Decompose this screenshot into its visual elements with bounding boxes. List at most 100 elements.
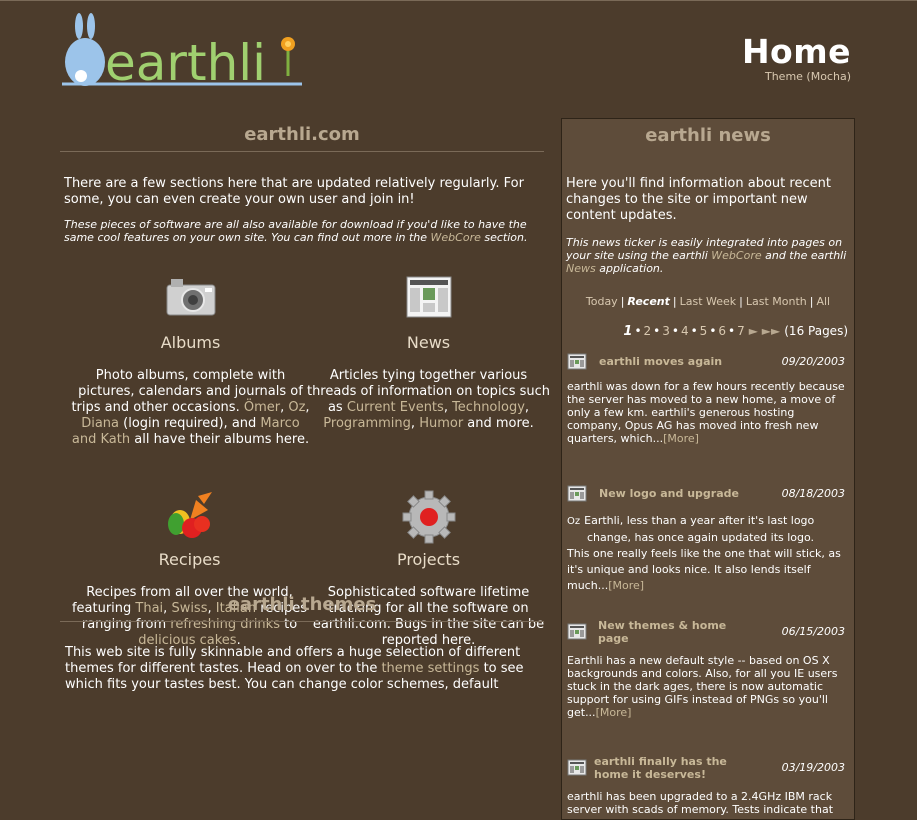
gear-icon[interactable] (399, 490, 459, 544)
recipes-title[interactable]: Recipes (67, 550, 312, 569)
page-link[interactable]: 7 (737, 324, 745, 338)
themes-title: earthli themes (60, 588, 544, 622)
section-title: earthli.com (60, 118, 544, 152)
author-avatar: Oz (567, 516, 581, 527)
newspaper-icon (567, 623, 587, 640)
news-link-technology[interactable]: Technology (452, 400, 525, 415)
webcore-link[interactable]: WebCore (431, 231, 481, 244)
separator: • (709, 324, 717, 338)
news-link-humor[interactable]: Humor (419, 416, 463, 431)
news-text: and more. (463, 416, 534, 431)
news-title[interactable]: News (306, 333, 551, 352)
separator: , (443, 400, 453, 415)
page-link[interactable]: 5 (700, 324, 708, 338)
page-current: 1 (623, 324, 633, 339)
news-description: Articles tying together various threads … (306, 368, 551, 432)
note-text: and the earthli (761, 249, 847, 262)
news-panel-title: earthli news (645, 125, 771, 146)
separator: | (809, 295, 814, 308)
news-item: earthli finally has the home it deserves… (567, 755, 849, 816)
recipes-feature: Recipes Recipes from all over the world,… (67, 490, 312, 649)
news-item-title[interactable]: earthli finally has the home it deserves… (594, 755, 744, 781)
news-item-title[interactable]: New logo and upgrade (599, 487, 749, 500)
software-note: These pieces of software are all also av… (64, 218, 540, 244)
news-item-body: Earthli has a new default style -- based… (567, 654, 849, 719)
news-item: New logo and upgrade 08/18/2003 Oz Earthl… (567, 485, 849, 594)
theme-settings-link[interactable]: theme settings (381, 661, 479, 676)
newspaper-icon (567, 759, 587, 776)
newspaper-icon[interactable] (399, 273, 459, 327)
page-link[interactable]: 4 (681, 324, 689, 338)
albums-text: all have their albums here. (130, 432, 310, 447)
news-app-link[interactable]: News (566, 262, 596, 275)
bunny-icon (65, 13, 105, 86)
news-item: earthli moves again 09/20/2003 earthli w… (567, 353, 849, 445)
news-item-date: 09/20/2003 (781, 355, 845, 368)
news-item-title[interactable]: earthli moves again (599, 355, 749, 368)
news-note: This news ticker is easily integrated in… (566, 236, 850, 275)
separator: • (690, 324, 698, 338)
news-link-programming[interactable]: Programming (323, 416, 411, 431)
separator: , (410, 416, 420, 431)
pagination: 1 • 2 • 3 • 4 • 5 • 6 • 7 ► ►► (16 Pages) (562, 324, 848, 339)
news-item-text: Earthli, less than a year after it's las… (584, 514, 815, 544)
news-item-text: earthli was down for a few hours recentl… (567, 380, 845, 445)
filter-last-month[interactable]: Last Month (746, 295, 807, 308)
earthli-logo[interactable]: earthli (62, 10, 307, 92)
filter-recent[interactable]: Recent (627, 295, 669, 308)
projects-feature: Projects Sophisticated software lifetime… (306, 490, 551, 649)
news-item-lead: Oz Earthli, less than a year after it's l… (567, 513, 849, 546)
more-link[interactable]: [More] (663, 432, 699, 445)
newspaper-icon (567, 485, 587, 502)
albums-title[interactable]: Albums (68, 333, 313, 352)
page-link[interactable]: 2 (644, 324, 652, 338)
news-item-title[interactable]: New themes & home page (598, 619, 738, 645)
note-text: application. (595, 262, 664, 275)
themes-description: This web site is fully skinnable and off… (65, 645, 545, 693)
time-filter: Today | Recent | Last Week | Last Month | All (562, 295, 854, 308)
more-link[interactable]: [More] (608, 579, 644, 592)
news-item-body: Oz Earthli, less than a year after it's l… (567, 513, 849, 594)
projects-title[interactable]: Projects (306, 550, 551, 569)
album-link-diana[interactable]: Diana (81, 416, 119, 431)
newspaper-icon (567, 353, 587, 370)
album-link-omer[interactable]: Ömer (244, 400, 280, 415)
main-column: earthli.com There are a few sections her… (60, 118, 544, 244)
separator: • (728, 324, 736, 338)
album-link-oz[interactable]: Oz (288, 400, 305, 415)
news-panel: earthli news Here you'll find informatio… (561, 118, 855, 820)
filter-last-week[interactable]: Last Week (680, 295, 737, 308)
flower-icon (281, 37, 295, 76)
news-feature: News Articles tying together various thr… (306, 273, 551, 432)
vegetables-icon[interactable] (160, 490, 220, 544)
more-link[interactable]: [More] (596, 706, 632, 719)
webcore-link[interactable]: WebCore (711, 249, 761, 262)
news-item-date: 03/19/2003 (781, 761, 845, 774)
news-item-date: 06/15/2003 (781, 625, 845, 638)
albums-feature: Albums Photo albums, complete with pictu… (68, 273, 313, 448)
albums-text: (login required), and (119, 416, 261, 431)
svg-text:earthli: earthli (105, 34, 266, 92)
next-page-arrows-icon[interactable]: ► ►► (749, 324, 781, 338)
separator: , (524, 400, 530, 415)
theme-label[interactable]: Theme (Mocha) (765, 70, 851, 83)
filter-today[interactable]: Today (586, 295, 618, 308)
separator: | (672, 295, 677, 308)
page-link[interactable]: 6 (718, 324, 726, 338)
page-count: (16 Pages) (784, 324, 848, 338)
intro-text: There are a few sections here that are u… (64, 176, 524, 207)
news-item-body: earthli has been upgraded to a 2.4GHz IB… (567, 790, 834, 816)
separator: • (653, 324, 661, 338)
separator: • (634, 324, 642, 338)
page-link[interactable]: 3 (662, 324, 670, 338)
filter-all[interactable]: All (816, 295, 830, 308)
news-item-date: 08/18/2003 (781, 487, 845, 500)
separator: • (671, 324, 679, 338)
top-border (0, 0, 917, 1)
news-link-current-events[interactable]: Current Events (347, 400, 444, 415)
note-text-end: section. (480, 231, 528, 244)
news-item-body: earthli was down for a few hours recentl… (567, 380, 849, 445)
camera-icon[interactable] (161, 273, 221, 327)
news-item: New themes & home page 06/15/2003 Earthl… (567, 619, 849, 719)
separator: | (739, 295, 743, 308)
